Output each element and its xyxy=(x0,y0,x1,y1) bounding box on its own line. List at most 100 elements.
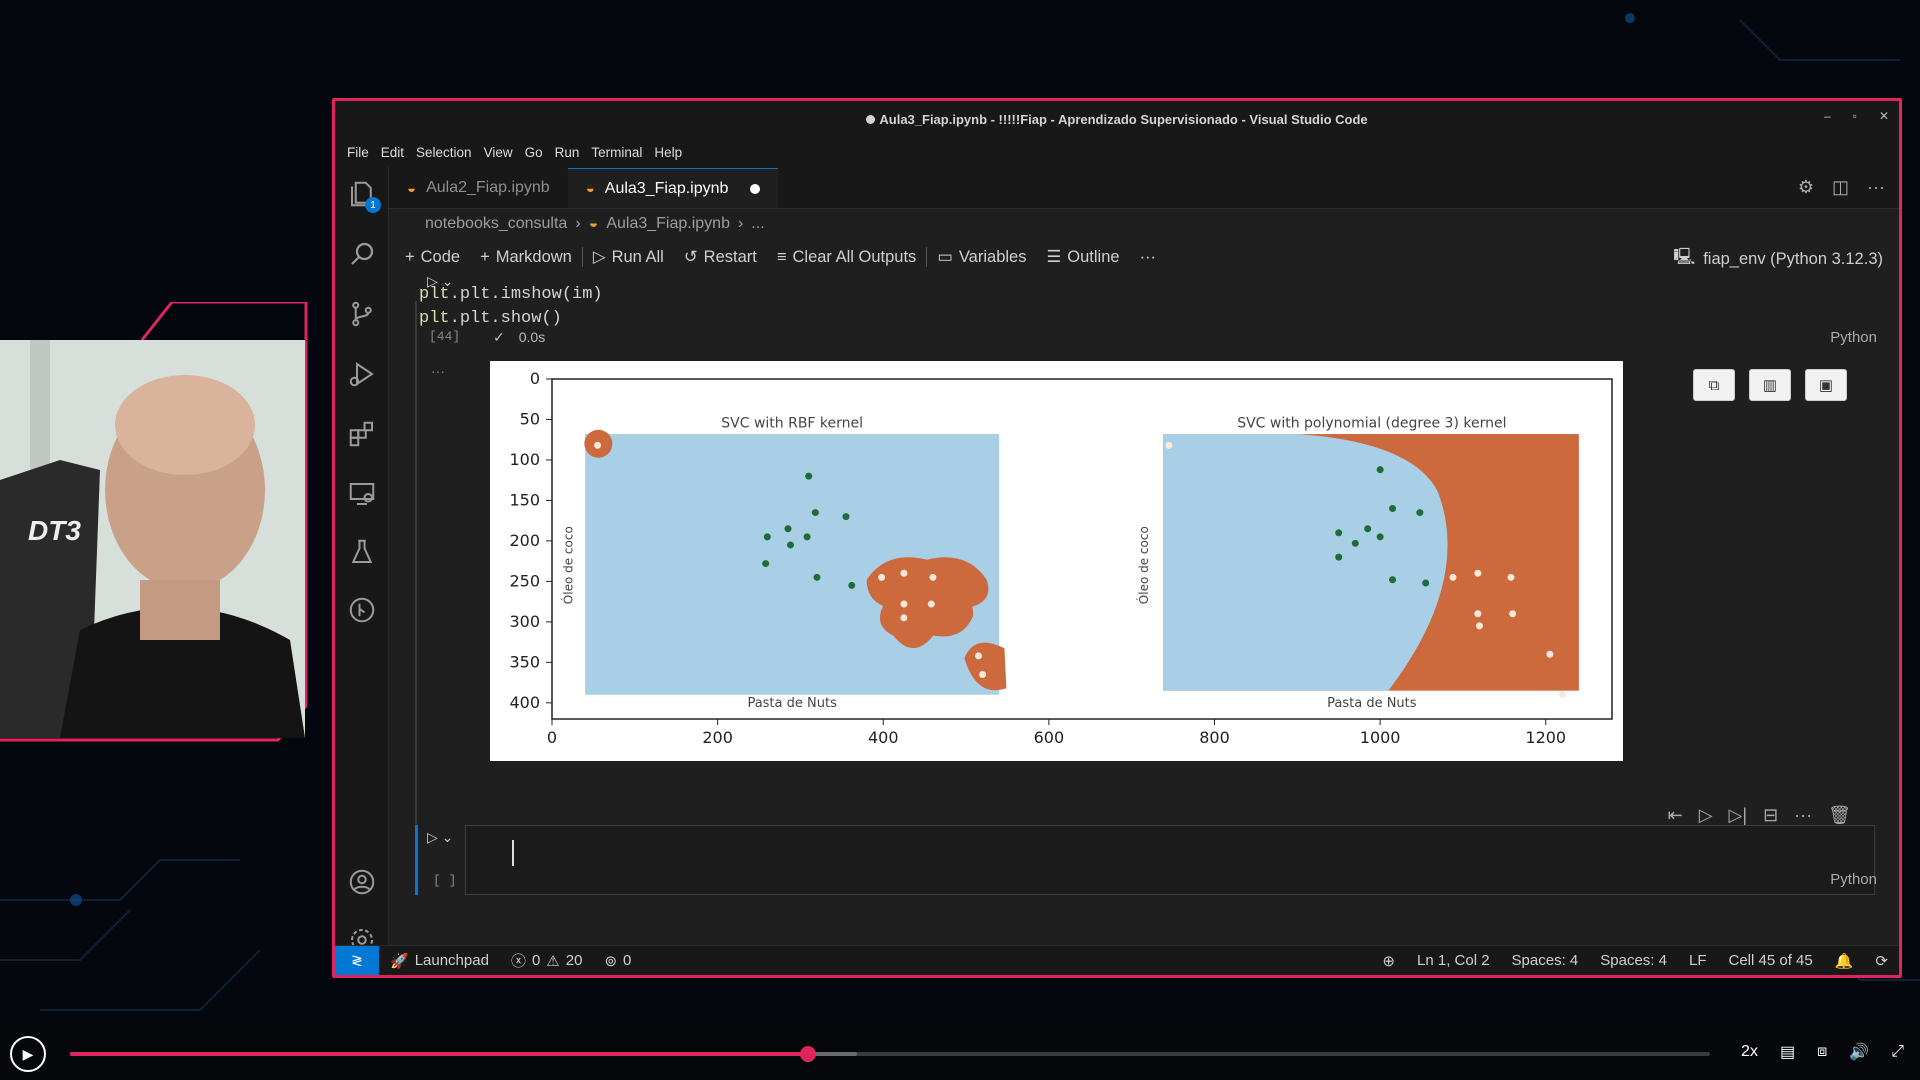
modified-dot-icon[interactable] xyxy=(750,183,761,194)
seek-bar[interactable] xyxy=(70,1046,1710,1062)
notebook-file-icon: ◒ xyxy=(407,179,417,197)
indentation-2[interactable]: Spaces: 4 xyxy=(1589,952,1678,969)
activity-bar: 1 xyxy=(335,167,389,951)
breadcrumb-file[interactable]: Aula3_Fiap.ipynb xyxy=(606,215,730,233)
notifications-bell-icon[interactable]: 🔔 xyxy=(1824,952,1865,970)
clear-label: Clear All Outputs xyxy=(792,247,917,266)
sync-icon[interactable]: ⟳ xyxy=(1864,952,1899,970)
kernel-picker[interactable]: 🖳 fiap_env (Python 3.12.3) xyxy=(1673,245,1883,273)
volume-icon[interactable]: 🔊 xyxy=(1849,1042,1869,1062)
explorer-badge: 1 xyxy=(365,197,381,213)
menu-view[interactable]: View xyxy=(484,145,513,160)
fullscreen-icon[interactable]: ⤢ xyxy=(1891,1043,1904,1061)
y-tick-label: 100 xyxy=(509,450,540,469)
run-debug-icon[interactable] xyxy=(347,359,377,389)
breadcrumb-more[interactable]: ... xyxy=(751,215,764,233)
delete-cell-icon[interactable]: 🗑 xyxy=(1828,805,1851,826)
close-button[interactable]: ✕ xyxy=(1879,109,1889,123)
restart-button[interactable]: ↺ Restart xyxy=(674,247,767,267)
panel-x-label: Pasta de Nuts xyxy=(1327,696,1417,711)
source-control-icon[interactable] xyxy=(347,299,377,329)
seek-handle[interactable] xyxy=(800,1046,816,1062)
tab-aula2[interactable]: ◒ Aula2_Fiap.ipynb xyxy=(389,168,568,208)
captions-icon[interactable]: ▤ xyxy=(1780,1042,1795,1062)
menu-run[interactable]: Run xyxy=(555,145,580,160)
save-output-icon[interactable]: ▣ xyxy=(1805,369,1847,401)
restart-icon: ↺ xyxy=(683,248,698,266)
toolbar-more-button[interactable]: ··· xyxy=(1130,248,1166,267)
code-text: plt.imshow(im) xyxy=(459,285,603,304)
explorer-icon[interactable]: 1 xyxy=(347,179,381,213)
remote-explorer-icon[interactable] xyxy=(347,479,377,509)
y-tick-label: 300 xyxy=(509,612,540,631)
y-tick-label: 0 xyxy=(530,369,540,388)
menu-edit[interactable]: Edit xyxy=(381,145,404,160)
menu-selection[interactable]: Selection xyxy=(416,145,472,160)
play-button[interactable]: ▶ xyxy=(10,1036,46,1072)
clear-outputs-button[interactable]: ≡ Clear All Outputs xyxy=(767,248,926,267)
menu-file[interactable]: File xyxy=(347,145,369,160)
end-of-line[interactable]: LF xyxy=(1678,952,1718,969)
code-line[interactable]: plt.plt.imshow(im) xyxy=(419,283,603,307)
scatter-point-class-a xyxy=(1335,529,1343,537)
plot-output: SVC with RBF kernel Pasta de Nuts Óleo de … xyxy=(490,361,1623,761)
run-below-icon[interactable]: ▷ xyxy=(1699,805,1713,826)
run-all-button[interactable]: ▷ Run All xyxy=(583,247,674,267)
minimize-button[interactable]: – xyxy=(1824,109,1831,123)
tab-aula3[interactable]: ◒ Aula3_Fiap.ipynb xyxy=(567,168,779,208)
outline-button[interactable]: ☰ Outline xyxy=(1036,247,1129,267)
y-ticks: 0 50 100 150 200 250 300 350 400 xyxy=(509,369,552,712)
output-more-icon[interactable]: ··· xyxy=(431,363,445,379)
scatter-point-class-b xyxy=(1558,691,1566,699)
tab-label: Aula3_Fiap.ipynb xyxy=(604,179,729,197)
split-cell-icon[interactable]: ⊟ xyxy=(1763,805,1778,826)
copy-output-icon[interactable]: ⧉ xyxy=(1693,369,1735,401)
add-markdown-button[interactable]: + Markdown xyxy=(470,248,582,267)
run-cell-button[interactable]: ▷ ⌄ xyxy=(427,829,453,846)
breadcrumb-folder[interactable]: notebooks_consulta xyxy=(425,215,567,233)
cell-more-icon[interactable]: ··· xyxy=(1794,805,1812,826)
presenter-silhouette: DT3 xyxy=(0,340,305,738)
playback-speed[interactable]: 2x xyxy=(1741,1043,1758,1061)
menu-help[interactable]: Help xyxy=(654,145,682,160)
scatter-point-class-b xyxy=(878,573,886,581)
restore-button[interactable]: ▫ xyxy=(1853,109,1857,123)
git-graph-icon[interactable] xyxy=(347,595,377,625)
menu-go[interactable]: Go xyxy=(525,145,543,160)
remote-indicator-icon[interactable]: ≷ xyxy=(335,945,379,975)
panel-x-label: Pasta de Nuts xyxy=(747,696,837,711)
launchpad-status[interactable]: 🚀 Launchpad xyxy=(379,952,500,970)
indentation-1[interactable]: Spaces: 4 xyxy=(1501,952,1590,969)
scatter-point-class-a xyxy=(848,581,856,589)
more-actions-icon[interactable]: ··· xyxy=(1867,177,1885,198)
cell-language[interactable]: Python xyxy=(1830,329,1877,346)
search-icon[interactable] xyxy=(347,239,377,269)
split-editor-icon[interactable]: ◫ xyxy=(1832,177,1849,198)
cell-counter[interactable]: Cell 45 of 45 xyxy=(1718,952,1824,969)
cursor-position[interactable]: Ln 1, Col 2 xyxy=(1406,952,1501,969)
settings-gear-icon[interactable]: ⚙ xyxy=(1798,177,1814,198)
extensions-icon[interactable] xyxy=(347,419,377,449)
picture-in-picture-icon[interactable]: ⧈ xyxy=(1817,1043,1827,1061)
menu-terminal[interactable]: Terminal xyxy=(591,145,642,160)
cell-language[interactable]: Python xyxy=(1830,871,1877,888)
scatter-point-class-a xyxy=(1416,509,1424,517)
code-line[interactable]: plt.plt.show() xyxy=(419,307,562,331)
scatter-point-class-b xyxy=(1546,650,1554,658)
code-text: plt.show() xyxy=(459,309,562,328)
ports-status[interactable]: ⊚ 0 xyxy=(593,952,642,970)
add-code-button[interactable]: + Code xyxy=(395,248,470,267)
execute-below-icon[interactable]: ▷| xyxy=(1729,805,1748,826)
x-tick-label: 1000 xyxy=(1360,728,1401,747)
zoom-icon[interactable]: ⊕ xyxy=(1371,952,1406,970)
scatter-point-class-a xyxy=(803,533,811,541)
problems-status[interactable]: ⓧ 0 ⚠ 20 xyxy=(500,950,594,971)
testing-icon[interactable] xyxy=(347,537,377,567)
plot-viewer-icon[interactable]: ▥ xyxy=(1749,369,1791,401)
play-icon: ▷ xyxy=(592,248,606,266)
variables-button[interactable]: ▭ Variables xyxy=(927,247,1036,267)
run-above-icon[interactable]: ⇤ xyxy=(1668,805,1683,826)
scatter-point-class-b xyxy=(594,441,602,449)
code-cell-editor[interactable] xyxy=(465,825,1875,895)
account-icon[interactable] xyxy=(347,867,377,897)
